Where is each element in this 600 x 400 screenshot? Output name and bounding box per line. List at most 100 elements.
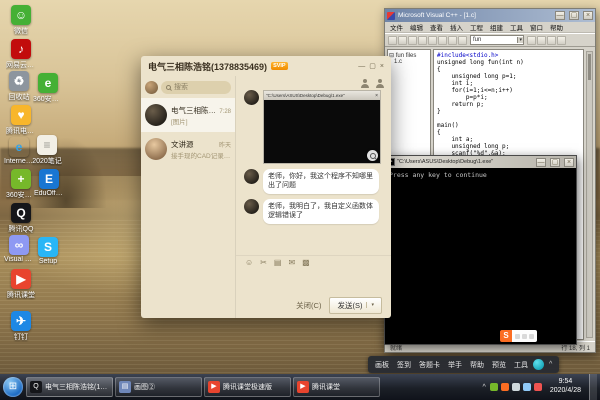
ketang-tool[interactable]: 答题卡 — [419, 360, 440, 370]
chat-tool-icon[interactable]: ✂ — [260, 259, 267, 267]
ketang-tool[interactable]: 预览 — [492, 360, 506, 370]
new-file-icon[interactable] — [388, 36, 397, 45]
qq-titlebar[interactable]: 电气三相陈浩铭(1378835469) SVIP — ▢ × — [141, 56, 391, 76]
menu-item[interactable]: 插入 — [447, 22, 466, 32]
desktop-icon[interactable]: ✈ 钉钉 — [6, 311, 36, 342]
save-icon[interactable] — [408, 36, 417, 45]
desktop-icon[interactable]: e Internet Explorer — [4, 137, 34, 165]
clock[interactable]: 9:54 2020/4/28 — [546, 378, 585, 396]
menu-item[interactable]: 窗口 — [527, 22, 546, 32]
vc-titlebar[interactable]: Microsoft Visual C++ - [1.c] — ▢ × — [385, 9, 595, 22]
workspace-tree-item[interactable]: 1.c — [389, 59, 429, 66]
menu-item[interactable]: 工具 — [507, 22, 526, 32]
chat-image-console-screenshot[interactable]: "C:\Users\ASUS\Desktop\Debug\1.exe" × — [263, 90, 381, 164]
maximize-icon[interactable]: ▢ — [569, 11, 579, 20]
ime-tool-icon[interactable] — [522, 334, 527, 339]
debug-icon[interactable] — [557, 36, 566, 45]
menu-item[interactable]: 工程 — [467, 22, 486, 32]
workspace-tree-item[interactable]: ⊟ fun files — [389, 52, 429, 59]
sogou-icon[interactable]: S — [500, 330, 512, 342]
zoom-icon[interactable] — [367, 150, 378, 161]
desktop-icon[interactable]: ♪ 网易云音乐 — [6, 39, 36, 70]
copy-icon[interactable] — [428, 36, 437, 45]
editor-scrollbar[interactable] — [586, 51, 593, 338]
taskbar-item[interactable]: ▶ 腾讯课堂极速版 — [204, 377, 291, 397]
compile-icon[interactable] — [527, 36, 536, 45]
desktop-icon[interactable]: ♥ 腾讯电脑管家 — [6, 105, 36, 136]
close-icon[interactable]: × — [380, 63, 384, 70]
open-file-icon[interactable] — [398, 36, 407, 45]
desktop-icon[interactable]: ∞ Visual C++ 6.0 — [4, 235, 34, 263]
taskbar-item[interactable]: ▤ 画图② — [115, 377, 202, 397]
maximize-icon[interactable]: ▢ — [550, 158, 560, 167]
ketang-tool[interactable]: 工具 — [514, 360, 528, 370]
paste-icon[interactable] — [438, 36, 447, 45]
menu-item[interactable]: 编辑 — [407, 22, 426, 32]
menu-item[interactable]: 帮助 — [547, 22, 566, 32]
chat-tool-icon[interactable]: ☺ — [245, 259, 253, 267]
run-icon[interactable] — [547, 36, 556, 45]
menu-item[interactable]: 查看 — [427, 22, 446, 32]
chat-tool-icon[interactable]: ✉ — [288, 259, 295, 267]
tray-expand-icon[interactable]: ^ — [483, 384, 486, 391]
symbol-combo[interactable]: fun ▾ — [470, 35, 524, 45]
menu-item[interactable]: 文件 — [387, 22, 406, 32]
tray-icon[interactable] — [501, 383, 509, 391]
menu-item[interactable]: 组建 — [487, 22, 506, 32]
ketang-tool[interactable]: 签到 — [397, 360, 411, 370]
desktop-icon[interactable]: ▶ 腾讯课堂 — [6, 269, 36, 300]
ketang-tool[interactable]: 画板 — [375, 360, 389, 370]
minimize-icon[interactable]: — — [536, 158, 546, 167]
contact-item[interactable]: 文讲源 昨天 接手现的CAD记录文件 — [141, 132, 235, 166]
close-icon[interactable]: × — [583, 11, 593, 20]
collapse-icon[interactable]: ^ — [549, 361, 552, 368]
close-chat-button[interactable]: 关闭(C) — [296, 300, 321, 311]
send-button[interactable]: 发送(S) ▾ — [329, 297, 382, 314]
show-desktop-button[interactable] — [589, 374, 597, 400]
desktop-icon[interactable]: + 360安全卫士 — [6, 169, 36, 200]
taskbar-item[interactable]: ▶ 腾讯课堂 — [293, 377, 380, 397]
taskbar-item[interactable]: Q 电气三相陈浩铭(13788... — [26, 377, 113, 397]
group-icon[interactable] — [375, 79, 384, 88]
desktop-icon[interactable]: ≡ 2020笔记 — [32, 135, 62, 166]
minimize-icon[interactable]: — — [555, 11, 565, 20]
minimize-icon[interactable]: — — [358, 63, 365, 70]
desktop-icon[interactable]: e 360安全浏览器 — [33, 73, 63, 104]
avatar[interactable] — [244, 199, 259, 214]
avatar[interactable] — [244, 169, 259, 184]
chat-tool-icon[interactable]: ▤ — [274, 259, 282, 267]
close-icon[interactable]: × — [564, 158, 574, 167]
ketang-tool[interactable]: 帮助 — [470, 360, 484, 370]
cut-icon[interactable] — [418, 36, 427, 45]
desktop-icon[interactable]: E EduOffice — [34, 169, 64, 197]
undo-icon[interactable] — [448, 36, 457, 45]
desktop-icon[interactable]: S Setup — [33, 237, 63, 265]
class-power-button[interactable] — [533, 359, 544, 370]
console-titlebar[interactable]: > "C:\Users\ASUS\Desktop\Debug\1.exe" — … — [385, 156, 576, 168]
maximize-icon[interactable]: ▢ — [369, 63, 376, 70]
tray-icon[interactable] — [534, 383, 542, 391]
build-icon[interactable] — [537, 36, 546, 45]
console-output[interactable]: Press any key to continue — [385, 168, 576, 344]
tray-icon[interactable] — [490, 383, 498, 391]
chevron-down-icon[interactable]: ▾ — [366, 302, 374, 308]
desktop-icon[interactable]: ☺ 微信 — [6, 5, 36, 36]
ime-tool-icon[interactable] — [529, 334, 534, 339]
tray-icon[interactable] — [512, 383, 520, 391]
search-input[interactable]: 搜索 — [161, 81, 231, 94]
desktop-icon[interactable]: Q 腾讯QQ — [6, 203, 36, 234]
avatar[interactable] — [244, 90, 259, 105]
member-icon[interactable] — [360, 79, 369, 88]
sogou-ime-bar[interactable]: S — [500, 330, 537, 342]
start-button[interactable]: ⊞ — [3, 377, 23, 397]
desktop-icon[interactable]: ♻ 回收站 — [4, 71, 34, 102]
tray-icon[interactable] — [523, 383, 531, 391]
redo-icon[interactable] — [458, 36, 467, 45]
chat-tool-icon[interactable]: ▩ — [302, 259, 310, 267]
ketang-tool[interactable]: 举手 — [448, 360, 462, 370]
scrollbar-thumb[interactable] — [588, 54, 591, 80]
ime-tool-icon[interactable] — [515, 334, 520, 339]
avatar[interactable] — [145, 81, 158, 94]
contact-item[interactable]: 电气三相陈浩铭 7:28 [图片] — [141, 98, 235, 132]
message-input[interactable] — [236, 270, 391, 292]
